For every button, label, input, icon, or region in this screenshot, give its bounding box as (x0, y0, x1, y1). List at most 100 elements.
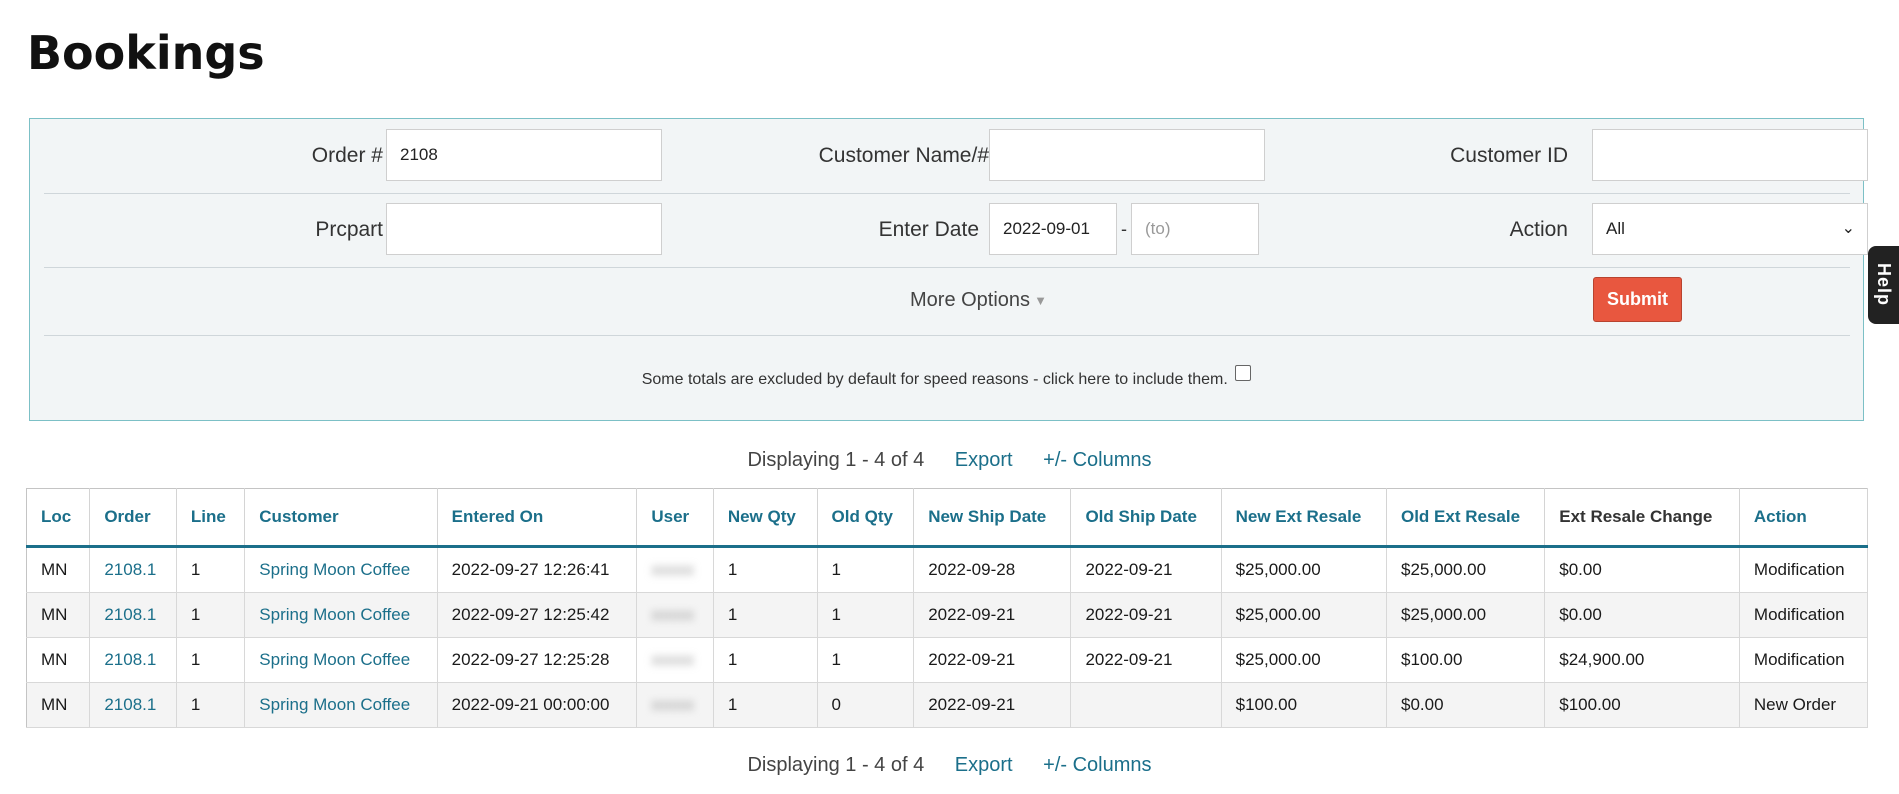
cell-action: Modification (1739, 637, 1869, 683)
col-action[interactable]: Action (1739, 488, 1869, 548)
bookings-table: Loc Order Line Customer Entered On User … (26, 488, 1869, 728)
action-select[interactable]: All ⌄ (1592, 203, 1868, 255)
cell-new-qty: 1 (713, 546, 818, 593)
cell-old-ship-date: 2022-09-21 (1070, 546, 1222, 593)
prcpart-label: Prcpart (315, 218, 383, 241)
cell-new-qty: 1 (713, 592, 818, 638)
cell-loc: MN (26, 592, 91, 638)
cell-user: xxxxx (636, 637, 714, 683)
columns-toggle-link[interactable]: +/- Columns (1043, 754, 1151, 776)
enter-date-to-input[interactable] (1131, 203, 1259, 255)
user-redacted: xxxxx (651, 560, 694, 579)
submit-button[interactable]: Submit (1593, 277, 1682, 322)
cell-loc: MN (26, 546, 91, 593)
totals-note[interactable]: Some totals are excluded by default for … (30, 365, 1863, 389)
col-customer[interactable]: Customer (244, 488, 438, 548)
more-options-toggle[interactable]: More Options ▼ (910, 286, 1047, 315)
cell-old-ext-resale: $25,000.00 (1386, 546, 1546, 593)
cell-new-ship-date: 2022-09-21 (913, 682, 1072, 728)
col-entered-on[interactable]: Entered On (437, 488, 638, 548)
caret-down-icon: ▼ (1034, 292, 1047, 308)
customer-link[interactable]: Spring Moon Coffee (244, 592, 438, 638)
col-new-ship-date[interactable]: New Ship Date (913, 488, 1072, 548)
cell-new-qty: 1 (713, 637, 818, 683)
col-old-qty[interactable]: Old Qty (817, 488, 915, 548)
cell-new-qty: 1 (713, 682, 818, 728)
prcpart-input[interactable] (386, 203, 662, 255)
totals-note-text: Some totals are excluded by default for … (641, 371, 1228, 388)
table-row: MN 2108.1 1 Spring Moon Coffee 2022-09-2… (26, 682, 1869, 728)
customer-link[interactable]: Spring Moon Coffee (244, 637, 438, 683)
table-header-row: Loc Order Line Customer Entered On User … (26, 488, 1869, 548)
cell-new-ext-resale: $25,000.00 (1221, 546, 1387, 593)
pager-top: Displaying 1 - 4 of 4 Export +/- Columns (0, 449, 1899, 472)
cell-entered-on: 2022-09-27 12:25:28 (437, 637, 638, 683)
customer-link[interactable]: Spring Moon Coffee (244, 682, 438, 728)
order-input[interactable] (386, 129, 662, 181)
user-redacted: xxxxx (651, 695, 694, 714)
order-link[interactable]: 2108.1 (89, 592, 177, 638)
cell-loc: MN (26, 682, 91, 728)
help-label: Help (1874, 263, 1894, 307)
cell-old-qty: 0 (817, 682, 915, 728)
filter-row-1: Order # Customer Name/# Customer ID (44, 119, 1868, 194)
columns-toggle-link[interactable]: +/- Columns (1043, 449, 1151, 471)
cell-line: 1 (176, 682, 246, 728)
cell-entered-on: 2022-09-27 12:26:41 (437, 546, 638, 593)
export-link[interactable]: Export (955, 754, 1013, 776)
enter-date-label: Enter Date (878, 218, 979, 241)
cell-line: 1 (176, 546, 246, 593)
order-label: Order # (311, 144, 383, 167)
cell-old-ext-resale: $100.00 (1386, 637, 1546, 683)
order-link[interactable]: 2108.1 (89, 546, 177, 593)
customer-link[interactable]: Spring Moon Coffee (244, 546, 438, 593)
cell-entered-on: 2022-09-21 00:00:00 (437, 682, 638, 728)
col-old-ext-resale[interactable]: Old Ext Resale (1386, 488, 1546, 548)
col-loc[interactable]: Loc (26, 488, 91, 548)
page-title: Bookings (27, 26, 265, 80)
cell-old-ship-date (1070, 682, 1222, 728)
cell-action: Modification (1739, 546, 1869, 593)
order-link[interactable]: 2108.1 (89, 682, 177, 728)
cell-ext-resale-change: $0.00 (1544, 592, 1740, 638)
order-link[interactable]: 2108.1 (89, 637, 177, 683)
cell-line: 1 (176, 592, 246, 638)
customer-id-label: Customer ID (1450, 144, 1568, 167)
action-label: Action (1509, 218, 1568, 241)
pager-status: Displaying 1 - 4 of 4 (747, 754, 925, 776)
enter-date-from-input[interactable] (989, 203, 1117, 255)
cell-user: xxxxx (636, 682, 714, 728)
more-options-label: More Options (910, 289, 1031, 311)
cell-new-ext-resale: $25,000.00 (1221, 592, 1387, 638)
cell-action: New Order (1739, 682, 1869, 728)
col-old-ship-date[interactable]: Old Ship Date (1070, 488, 1222, 548)
cell-ext-resale-change: $100.00 (1544, 682, 1740, 728)
filter-row-2: Prcpart Enter Date - Action All ⌄ (44, 193, 1868, 268)
col-order[interactable]: Order (89, 488, 177, 548)
cell-new-ship-date: 2022-09-28 (913, 546, 1072, 593)
cell-old-ship-date: 2022-09-21 (1070, 637, 1222, 683)
cell-action: Modification (1739, 592, 1869, 638)
table-row: MN 2108.1 1 Spring Moon Coffee 2022-09-2… (26, 637, 1869, 683)
cell-new-ship-date: 2022-09-21 (913, 637, 1072, 683)
pager-bottom: Displaying 1 - 4 of 4 Export +/- Columns (0, 754, 1899, 777)
help-tab[interactable]: Help (1868, 246, 1899, 324)
pager-status: Displaying 1 - 4 of 4 (747, 449, 925, 471)
cell-line: 1 (176, 637, 246, 683)
col-new-qty[interactable]: New Qty (713, 488, 818, 548)
user-redacted: xxxxx (651, 605, 694, 624)
cell-old-qty: 1 (817, 592, 915, 638)
export-link[interactable]: Export (955, 449, 1013, 471)
cell-new-ext-resale: $100.00 (1221, 682, 1387, 728)
filter-panel: Order # Customer Name/# Customer ID Prcp… (29, 118, 1868, 421)
col-user[interactable]: User (636, 488, 714, 548)
cell-ext-resale-change: $0.00 (1544, 546, 1740, 593)
customer-name-input[interactable] (989, 129, 1265, 181)
cell-new-ship-date: 2022-09-21 (913, 592, 1072, 638)
col-new-ext-resale[interactable]: New Ext Resale (1221, 488, 1387, 548)
cell-user: xxxxx (636, 592, 714, 638)
col-line[interactable]: Line (176, 488, 246, 548)
customer-id-input[interactable] (1592, 129, 1868, 181)
include-totals-checkbox[interactable] (1235, 365, 1252, 381)
table-row: MN 2108.1 1 Spring Moon Coffee 2022-09-2… (26, 592, 1869, 638)
